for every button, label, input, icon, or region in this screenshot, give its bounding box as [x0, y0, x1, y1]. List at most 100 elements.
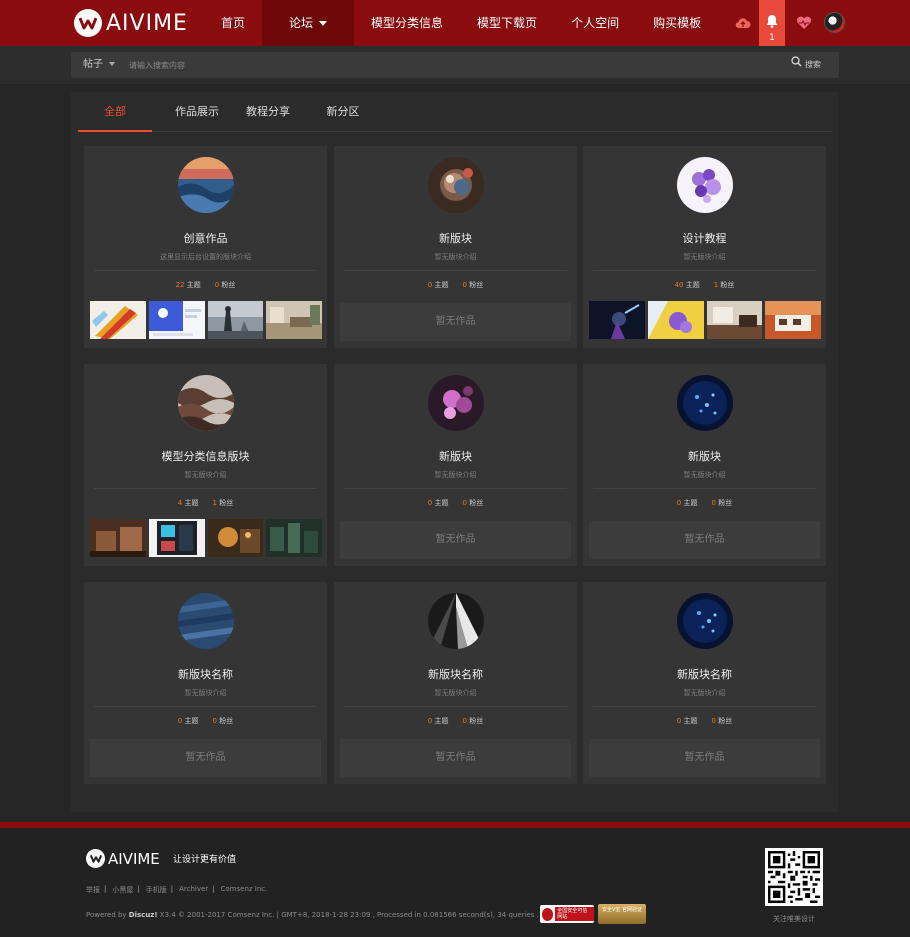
thread-count: 0: [427, 499, 433, 507]
notification-button[interactable]: 1: [759, 0, 785, 48]
footer-logo-text: AIVIME: [108, 849, 160, 868]
thread-count: 0: [676, 717, 682, 725]
forum-card[interactable]: 创意作品 这里显示后台设置的版块介绍 22 主题 0 粉丝: [84, 146, 327, 348]
divider: [94, 488, 317, 489]
forum-icon-image: [428, 157, 484, 213]
forum-stats: 0 主题 0 粉丝: [84, 716, 327, 726]
work-thumbnail[interactable]: [589, 301, 645, 339]
nav-item-buy-template[interactable]: 购买模板: [636, 0, 718, 46]
fan-count: 0: [711, 499, 716, 507]
work-thumbnail[interactable]: [207, 301, 264, 339]
work-thumbnail[interactable]: [765, 301, 821, 339]
work-thumbnail[interactable]: [706, 301, 763, 339]
forum-title[interactable]: 新版块: [334, 448, 577, 464]
thread-label: 主题: [434, 499, 449, 507]
qr-code: [765, 848, 823, 906]
footer-slogan: 让设计更有价值: [173, 855, 237, 865]
forum-icon-image: [178, 157, 234, 213]
verify-badge[interactable]: 安全V宝 官网验证: [598, 904, 646, 924]
search-type-select[interactable]: 帖子: [83, 52, 115, 78]
fan-label: 粉丝: [469, 499, 484, 507]
fan-label: 粉丝: [469, 281, 484, 289]
thread-count: 22: [175, 281, 185, 289]
tab-new-section[interactable]: 新分区: [318, 92, 368, 132]
nav-item-personal-space[interactable]: 个人空间: [554, 0, 636, 46]
forum-card[interactable]: 新版块名称 暂无版块介绍 0 主题 0 粉丝 暂无作品: [334, 582, 577, 784]
cloud-upload-icon[interactable]: [729, 0, 757, 46]
forum-card[interactable]: 新版块名称 暂无版块介绍 0 主题 0 粉丝 暂无作品: [583, 582, 826, 784]
forum-description: 暂无版块介绍: [434, 689, 477, 697]
fan-label: 粉丝: [219, 499, 234, 507]
divider: [593, 270, 816, 271]
site-logo[interactable]: AIVIME: [74, 9, 188, 37]
divider: [94, 270, 317, 271]
search-input[interactable]: [129, 56, 749, 74]
category-tabs: 全部 作品展示 教程分享 新分区: [78, 92, 832, 132]
divider: [344, 706, 567, 707]
forum-description: 暂无版块介绍: [683, 253, 726, 261]
tab-tutorials[interactable]: 教程分享: [238, 92, 298, 132]
forum-card[interactable]: 设计教程 暂无版块介绍 40 主题 1 粉丝: [583, 146, 826, 348]
divider: [94, 706, 317, 707]
footer-link-comsenz[interactable]: Comsenz Inc.: [221, 885, 268, 895]
avatar[interactable]: [824, 12, 845, 33]
forum-card[interactable]: 新版块 暂无版块介绍 0 主题 0 粉丝 暂无作品: [334, 364, 577, 566]
divider: [344, 270, 567, 271]
thread-label: 主题: [184, 717, 199, 725]
forum-card[interactable]: 模型分类信息版块 暂无版块介绍 4 主题 1 粉丝: [84, 364, 327, 566]
search-button[interactable]: 搜索: [791, 52, 821, 78]
work-thumbnail[interactable]: [266, 519, 322, 557]
forum-card[interactable]: 新版块 暂无版块介绍 0 主题 0 粉丝 暂无作品: [334, 146, 577, 348]
forum-card[interactable]: 新版块名称 暂无版块介绍 0 主题 0 粉丝 暂无作品: [84, 582, 327, 784]
thread-label: 主题: [434, 281, 449, 289]
nav-item-model-download[interactable]: 模型下载页: [460, 0, 554, 46]
work-thumbnails: [90, 519, 322, 557]
forum-title[interactable]: 新版块名称: [84, 666, 327, 682]
fan-label: 粉丝: [718, 717, 733, 725]
notification-count: 1: [769, 33, 775, 43]
tab-all[interactable]: 全部: [78, 92, 152, 132]
forum-title[interactable]: 模型分类信息版块: [84, 448, 327, 464]
no-works-placeholder: 暂无作品: [90, 739, 321, 777]
forum-icon-image: [428, 593, 484, 649]
work-thumbnail[interactable]: [647, 301, 704, 339]
divider: [593, 488, 816, 489]
footer-logo[interactable]: AIVIME: [86, 849, 160, 868]
tab-works-showcase[interactable]: 作品展示: [162, 92, 232, 132]
footer-link-blackroom[interactable]: 小黑屋: [112, 885, 133, 895]
forum-title[interactable]: 设计教程: [583, 230, 826, 246]
no-works-placeholder: 暂无作品: [340, 303, 571, 341]
discuz-link[interactable]: Discuz!: [129, 911, 158, 919]
forum-title[interactable]: 新版块: [583, 448, 826, 464]
forum-description: 暂无版块介绍: [184, 471, 227, 479]
forum-title[interactable]: 新版块: [334, 230, 577, 246]
forum-card[interactable]: 新版块 暂无版块介绍 0 主题 0 粉丝 暂无作品: [583, 364, 826, 566]
no-works-placeholder: 暂无作品: [589, 521, 820, 559]
thread-label: 主题: [683, 499, 698, 507]
forum-description: 暂无版块介绍: [683, 471, 726, 479]
forum-title[interactable]: 新版块名称: [334, 666, 577, 682]
fan-label: 粉丝: [469, 717, 484, 725]
work-thumbnail[interactable]: [90, 301, 146, 339]
work-thumbnail[interactable]: [148, 301, 205, 339]
heart-icon[interactable]: [790, 0, 818, 46]
thread-label: 主题: [186, 281, 201, 289]
nav-item-forum[interactable]: 论坛: [262, 0, 355, 46]
footer-link-report[interactable]: 举报: [86, 885, 100, 895]
footer-link-archiver[interactable]: Archiver: [179, 885, 208, 895]
forum-title[interactable]: 创意作品: [84, 230, 327, 246]
nav-item-model-categories[interactable]: 模型分类信息: [354, 0, 460, 46]
work-thumbnail[interactable]: [207, 519, 264, 557]
search-icon: [791, 52, 802, 78]
fan-count: 0: [212, 717, 217, 725]
work-thumbnail[interactable]: [266, 301, 322, 339]
work-thumbnail[interactable]: [90, 519, 146, 557]
work-thumbnail[interactable]: [148, 519, 205, 557]
footer-link-mobile[interactable]: 手机版: [146, 885, 167, 895]
fan-label: 粉丝: [718, 499, 733, 507]
trust-badge[interactable]: 全国安全可信网站: [540, 905, 594, 923]
nav-item-home[interactable]: 首页: [204, 0, 262, 46]
search-box: 帖子 搜索: [71, 52, 839, 78]
forum-title[interactable]: 新版块名称: [583, 666, 826, 682]
thread-label: 主题: [434, 717, 449, 725]
